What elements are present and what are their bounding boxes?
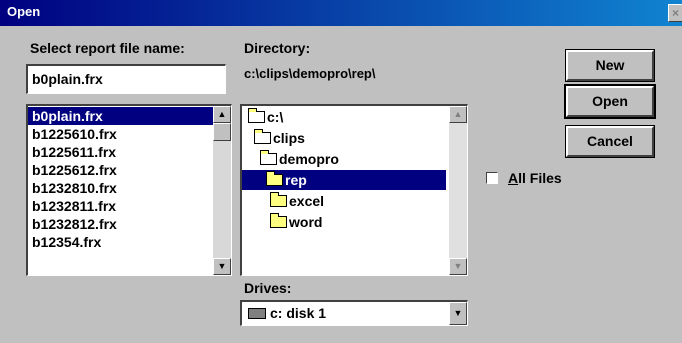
open-folder-icon: [266, 171, 283, 186]
file-list-item[interactable]: b1225612.frx: [28, 161, 213, 179]
title-bar[interactable]: Open ×: [0, 0, 682, 26]
dir-item[interactable]: rep: [242, 170, 446, 190]
file-list-item[interactable]: b1232811.frx: [28, 197, 213, 215]
new-button[interactable]: New: [565, 49, 655, 82]
scroll-thumb[interactable]: [213, 123, 231, 141]
dir-item[interactable]: excel: [270, 191, 324, 211]
file-name-label: Select report file name:: [30, 40, 185, 56]
directory-label: Directory:: [244, 40, 311, 56]
all-files-checkbox[interactable]: [486, 172, 498, 184]
file-name-value: b0plain.frx: [32, 71, 103, 87]
open-dialog: Open × Select report file name: b0plain.…: [0, 0, 682, 343]
cancel-button[interactable]: Cancel: [565, 125, 655, 158]
directory-tree[interactable]: c:\ clips demopro rep excel word ▲ ▼: [240, 104, 468, 276]
open-folder-icon: [248, 108, 265, 123]
directory-path: c:\clips\demopro\rep\: [244, 66, 376, 81]
open-folder-icon: [260, 150, 277, 165]
file-list-item[interactable]: b1225611.frx: [28, 143, 213, 161]
scroll-up-icon[interactable]: ▲: [449, 106, 467, 123]
file-list-item[interactable]: b1232812.frx: [28, 215, 213, 233]
scroll-up-icon[interactable]: ▲: [213, 106, 231, 123]
file-list-item[interactable]: b12354.frx: [28, 233, 213, 251]
close-button[interactable]: ×: [668, 4, 682, 22]
file-list-scrollbar[interactable]: ▲ ▼: [213, 106, 231, 275]
file-list-item[interactable]: b1225610.frx: [28, 125, 213, 143]
drives-label: Drives:: [244, 280, 292, 296]
open-button[interactable]: Open: [564, 84, 656, 119]
file-list-item[interactable]: b0plain.frx: [28, 107, 213, 125]
scroll-down-icon[interactable]: ▼: [449, 258, 467, 275]
directory-scrollbar[interactable]: ▲ ▼: [449, 106, 467, 275]
dir-item[interactable]: word: [270, 212, 322, 232]
scroll-down-icon[interactable]: ▼: [213, 258, 231, 275]
drive-icon: [248, 308, 266, 319]
chevron-down-icon[interactable]: ▼: [449, 302, 467, 325]
drives-value: c: disk 1: [270, 305, 327, 321]
folder-icon: [270, 213, 287, 228]
all-files-label[interactable]: All Files: [508, 170, 562, 186]
dir-item[interactable]: clips: [254, 128, 305, 148]
dir-item[interactable]: c:\: [248, 107, 283, 127]
drives-dropdown[interactable]: c: disk 1 ▼: [240, 300, 468, 326]
file-name-input[interactable]: b0plain.frx: [26, 64, 226, 94]
file-list-item[interactable]: b1232810.frx: [28, 179, 213, 197]
folder-icon: [270, 192, 287, 207]
open-folder-icon: [254, 129, 271, 144]
dir-item[interactable]: demopro: [260, 149, 339, 169]
file-list[interactable]: b0plain.frx b1225610.frx b1225611.frx b1…: [26, 104, 232, 276]
dialog-title: Open: [7, 4, 41, 19]
